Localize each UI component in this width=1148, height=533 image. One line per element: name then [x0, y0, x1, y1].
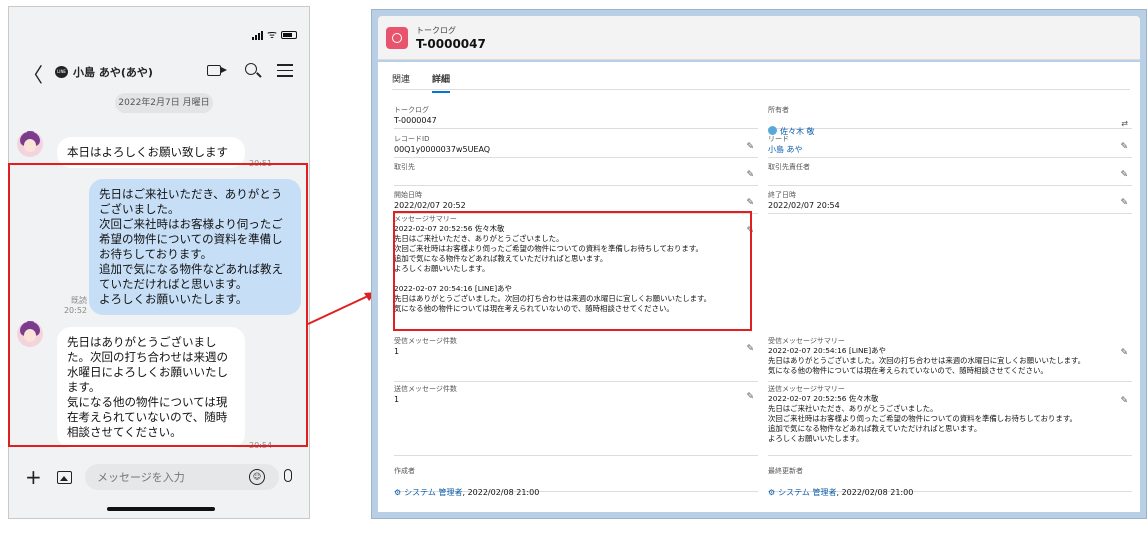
created-by-link[interactable]: システム 管理者 — [404, 488, 462, 497]
field-sent-count: 送信メッセージ件数 1 ✎ — [394, 384, 758, 456]
field-label: 送信メッセージサマリー — [768, 385, 845, 393]
field-value: 2022/02/07 20:54 — [768, 201, 840, 210]
field-record-id: レコードID 00Q1y0000037w5UEAQ ✎ — [394, 134, 758, 158]
message-input-bar: + ☺ — [9, 459, 309, 497]
field-account-owner: 取引先責任者 ✎ — [768, 162, 1132, 186]
field-lead: リード 小島 あや ✎ — [768, 134, 1132, 158]
status-icons: ᯤ — [251, 27, 297, 42]
edit-pencil-icon[interactable]: ✎ — [746, 142, 754, 152]
edit-pencil-icon[interactable]: ✎ — [746, 344, 754, 354]
back-icon[interactable]: 〈 — [23, 59, 43, 88]
emoji-icon[interactable]: ☺ — [249, 469, 265, 485]
created-date: , 2022/02/08 21:00 — [462, 488, 540, 497]
search-icon[interactable] — [245, 63, 257, 75]
field-last-modified-by: 最終更新者 ⚙ システム 管理者, 2022/02/08 21:00 — [768, 466, 1132, 497]
change-owner-icon[interactable]: ⇄ — [1121, 119, 1128, 128]
record-header: トークログ T-0000047 — [378, 16, 1140, 60]
lead-link[interactable]: 小島 あや — [768, 144, 1132, 155]
wifi-icon: ᯤ — [266, 28, 277, 41]
home-indicator[interactable] — [107, 507, 215, 511]
field-value: ⚙ システム 管理者, 2022/02/08 21:00 — [394, 476, 758, 498]
system-user-icon: ⚙ — [768, 488, 776, 497]
field-label: レコードID — [394, 135, 430, 143]
contact-avatar[interactable] — [17, 131, 43, 157]
field-label: 最終更新者 — [768, 467, 803, 475]
field-end-datetime: 終了日時 2022/02/07 20:54 ✎ — [768, 190, 1132, 214]
talklog-object-icon — [386, 27, 408, 49]
field-label: 受信メッセージ件数 — [394, 337, 457, 345]
field-label: 作成者 — [394, 467, 415, 475]
field-label: 取引先 — [394, 163, 415, 171]
chat-header: 〈 LINE 小島 あや(あや) — [9, 57, 309, 87]
field-value: 2022-02-07 20:52:56 佐々木敬 先日はご来社いただき、ありがと… — [768, 394, 1077, 443]
field-sent-summary: 送信メッセージサマリー 2022-02-07 20:52:56 佐々木敬 先日は… — [768, 384, 1132, 456]
microphone-icon[interactable] — [284, 469, 292, 482]
edit-pencil-icon[interactable]: ✎ — [746, 198, 754, 208]
field-label: リード — [768, 135, 789, 143]
line-badge-icon: LINE — [55, 66, 68, 78]
field-value: ⚙ システム 管理者, 2022/02/08 21:00 — [768, 476, 1132, 498]
field-value: 00Q1y0000037w5UEAQ — [394, 145, 491, 154]
modified-date: , 2022/02/08 21:00 — [836, 488, 914, 497]
field-label: 開始日時 — [394, 191, 422, 199]
field-label: 送信メッセージ件数 — [394, 385, 457, 393]
chat-highlight-box — [8, 163, 308, 447]
field-value: 1 — [394, 395, 400, 404]
date-separator: 2022年2月7日 月曜日 — [115, 93, 213, 113]
field-value: 1 — [394, 347, 400, 356]
field-label: 受信メッセージサマリー — [768, 337, 845, 345]
video-call-icon[interactable] — [207, 65, 227, 76]
field-account: 取引先 ✎ — [394, 162, 758, 186]
field-received-count: 受信メッセージ件数 1 ✎ — [394, 336, 758, 382]
field-created-by: 作成者 ⚙ システム 管理者, 2022/02/08 21:00 — [394, 466, 758, 497]
edit-pencil-icon[interactable]: ✎ — [1120, 198, 1128, 208]
edit-pencil-icon[interactable]: ✎ — [746, 392, 754, 402]
summary-highlight-box — [393, 211, 752, 331]
field-value: 2022-02-07 20:54:16 [LINE]あや 先日はありがとうござい… — [768, 346, 1086, 375]
menu-icon[interactable] — [277, 64, 293, 81]
field-owner: 所有者 佐々木 敬 ⇄ — [768, 105, 1132, 136]
signal-icon — [251, 30, 263, 40]
field-value: T-0000047 — [394, 116, 437, 125]
edit-pencil-icon[interactable]: ✎ — [746, 170, 754, 180]
talklog-record-page: トークログ T-0000047 関連 詳細 トークログ T-0000047 レコ… — [371, 9, 1147, 519]
system-user-icon: ⚙ — [394, 488, 402, 497]
field-label: 所有者 — [768, 106, 789, 114]
edit-pencil-icon[interactable]: ✎ — [1120, 348, 1128, 358]
record-title: T-0000047 — [416, 37, 486, 51]
field-label: 取引先責任者 — [768, 163, 810, 171]
edit-pencil-icon[interactable]: ✎ — [1120, 142, 1128, 152]
field-received-summary: 受信メッセージサマリー 2022-02-07 20:54:16 [LINE]あや… — [768, 336, 1132, 382]
tabs-divider — [392, 89, 1130, 90]
record-body: 関連 詳細 トークログ T-0000047 レコードID 00Q1y000003… — [378, 62, 1140, 512]
field-label: 終了日時 — [768, 191, 796, 199]
modified-by-link[interactable]: システム 管理者 — [778, 488, 836, 497]
field-label: トークログ — [394, 106, 429, 114]
object-label: トークログ — [416, 26, 456, 35]
edit-pencil-icon[interactable]: ✎ — [1120, 170, 1128, 180]
battery-icon — [281, 30, 297, 39]
field-value: 2022/02/07 20:52 — [394, 201, 466, 210]
arrow-connector — [307, 292, 376, 325]
status-bar: ᯤ — [9, 7, 309, 47]
field-talklog: トークログ T-0000047 — [394, 105, 758, 129]
plus-icon[interactable]: + — [25, 467, 42, 487]
chat-title: 小島 あや(あや) — [73, 66, 153, 79]
edit-pencil-icon[interactable]: ✎ — [1120, 396, 1128, 406]
image-icon[interactable] — [57, 471, 72, 484]
